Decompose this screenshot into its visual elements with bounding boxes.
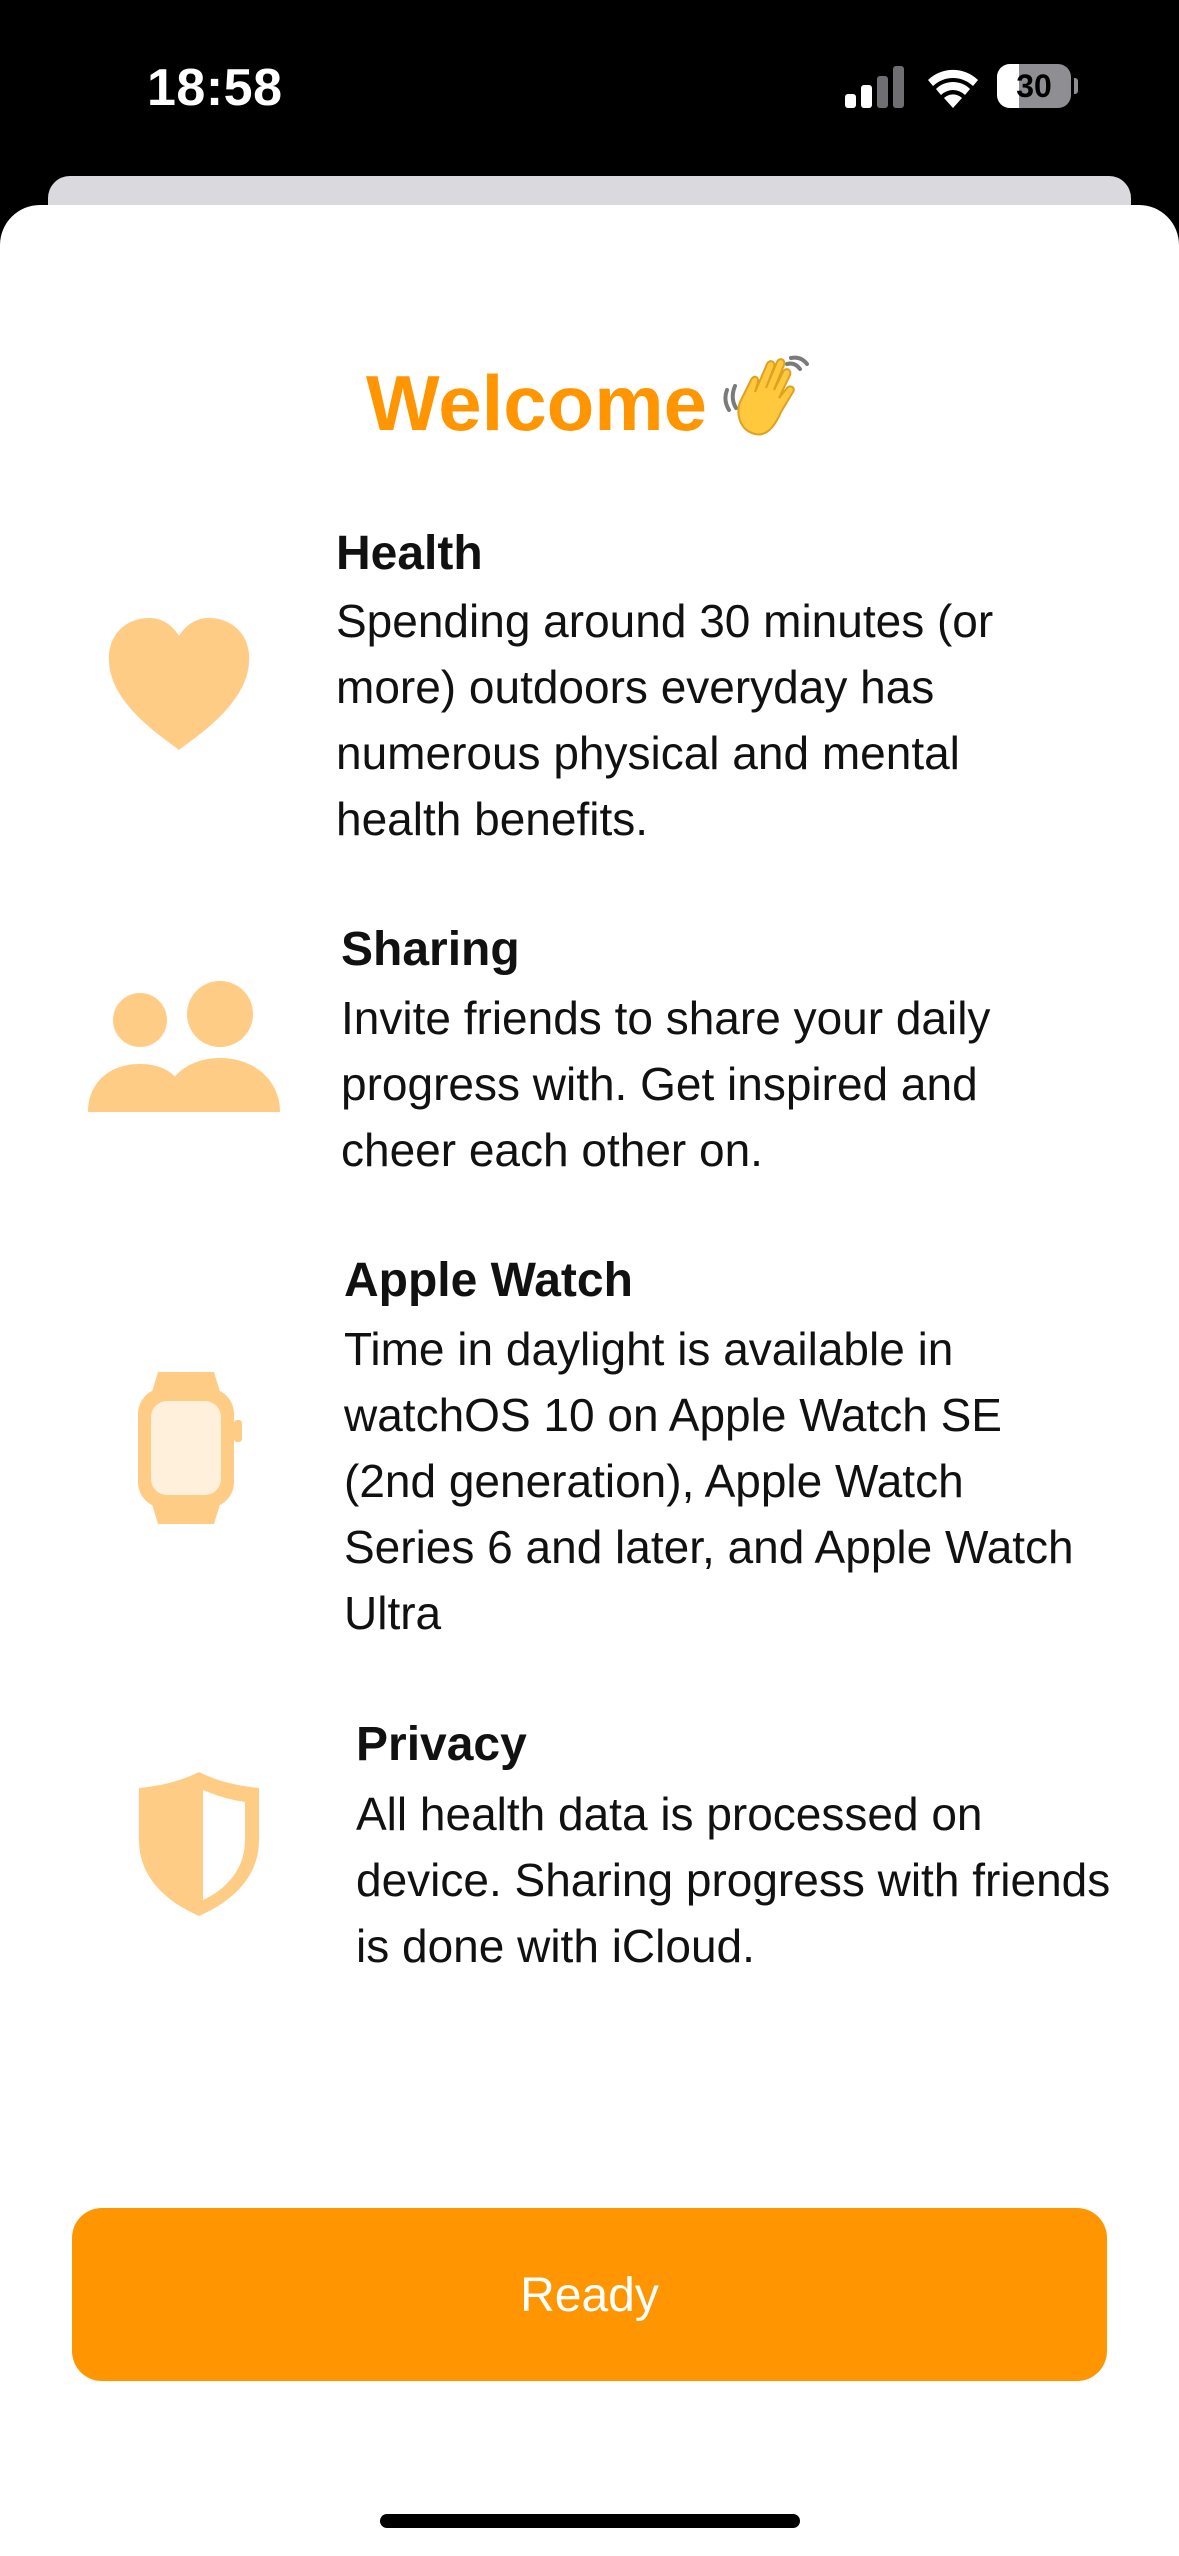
- waving-hand-icon: [721, 350, 813, 457]
- people-icon: [88, 980, 283, 1112]
- apple-watch-icon: [138, 1372, 242, 1524]
- feature-description-health: Spending around 30 minutes (or more) out…: [336, 595, 994, 845]
- feature-title-apple-watch: Apple Watch: [344, 1254, 633, 1307]
- screen: 18:58 30 Welcome Health Spending around …: [0, 0, 1179, 2556]
- status-time: 18:58: [147, 59, 283, 117]
- battery-cap: [1074, 78, 1078, 94]
- feature-description-privacy: All health data is processed on device. …: [356, 1788, 1111, 1972]
- welcome-title: Welcome: [365, 359, 708, 447]
- battery-body: 30: [997, 64, 1071, 108]
- status-bar: 18:58 30: [0, 0, 1179, 175]
- welcome-heading: Welcome: [0, 350, 1179, 457]
- feature-description-sharing: Invite friends to share your daily progr…: [341, 992, 991, 1176]
- cellular-signal-icon: [845, 66, 904, 108]
- wifi-icon: [928, 69, 978, 108]
- feature-description-apple-watch: Time in daylight is available in watchOS…: [344, 1323, 1074, 1639]
- shield-icon: [139, 1772, 259, 1916]
- feature-title-health: Health: [336, 527, 483, 580]
- home-indicator[interactable]: [380, 2514, 800, 2528]
- battery-icon: 30: [997, 64, 1078, 108]
- ready-button[interactable]: Ready: [72, 2208, 1107, 2381]
- feature-title-privacy: Privacy: [356, 1718, 527, 1771]
- feature-title-sharing: Sharing: [341, 923, 520, 976]
- battery-level: 30: [1016, 68, 1052, 104]
- heart-icon: [107, 618, 251, 752]
